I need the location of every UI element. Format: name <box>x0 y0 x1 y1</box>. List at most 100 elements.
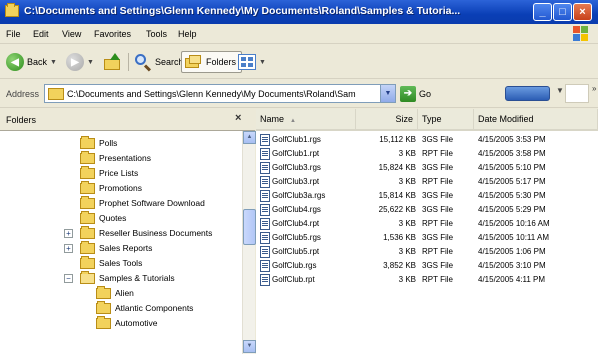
minimize-button[interactable]: _ <box>533 3 552 21</box>
forward-arrow-icon: ▶ <box>66 53 84 71</box>
file-row[interactable]: GolfClub3.rgs 15,824 KB 3GS File 4/15/2005 … <box>256 161 598 175</box>
chevron-down-icon[interactable]: ▼ <box>556 86 564 95</box>
folder-icon <box>80 255 95 269</box>
title-bar[interactable]: C:\Documents and Settings\Glenn Kennedy\… <box>0 0 598 24</box>
folder-icon <box>80 135 95 149</box>
address-value[interactable]: C:\Documents and Settings\Glenn Kennedy\… <box>67 89 380 99</box>
tree-item[interactable]: Polls <box>80 135 117 150</box>
tree-item-label: Presentations <box>99 153 151 163</box>
tree-item-label: Prophet Software Download <box>99 198 205 208</box>
go-button[interactable]: ➔ Go <box>400 86 431 102</box>
maximize-button[interactable]: □ <box>553 3 572 21</box>
scroll-down-icon[interactable]: ▼ <box>243 340 256 353</box>
menu-tools[interactable]: Tools <box>146 29 167 39</box>
file-date: 4/15/2005 10:11 AM <box>478 233 550 242</box>
scroll-up-icon[interactable]: ▲ <box>243 131 256 144</box>
file-row[interactable]: GolfClub4.rgs 25,622 KB 3GS File 4/15/2005 … <box>256 203 598 217</box>
tree-item[interactable]: Samples & Tutorials <box>80 270 175 285</box>
menu-edit[interactable]: Edit <box>33 29 49 39</box>
views-button[interactable]: ▼ <box>238 51 266 73</box>
menu-help[interactable]: Help <box>178 29 197 39</box>
menu-file[interactable]: File <box>6 29 21 39</box>
menu-favorites[interactable]: Favorites <box>94 29 131 39</box>
file-row[interactable]: GolfClub1.rgs 15,112 KB 3GS File 4/15/2005 … <box>256 133 598 147</box>
file-row[interactable]: GolfClub3.rpt 3 KB RPT File 4/15/2005 5:17 … <box>256 175 598 189</box>
file-date: 4/15/2005 4:11 PM <box>478 275 546 284</box>
file-icon <box>260 148 270 160</box>
tree-item[interactable]: Sales Tools <box>80 255 142 270</box>
file-row[interactable]: GolfClub.rpt 3 KB RPT File 4/15/2005 4:11 P… <box>256 273 598 287</box>
folders-pane-header: Folders × <box>0 109 255 131</box>
file-icon <box>260 260 270 272</box>
chevron-down-icon[interactable]: ▼ <box>87 59 94 66</box>
folder-icon <box>80 195 95 209</box>
tree-item[interactable]: Reseller Business Documents <box>80 225 212 240</box>
tree-item[interactable]: Atlantic Components <box>96 300 193 315</box>
folder-icon <box>80 240 95 254</box>
file-row[interactable]: GolfClub.rgs 3,852 KB 3GS File 4/15/2005 3:… <box>256 259 598 273</box>
file-date: 4/15/2005 3:10 PM <box>478 261 546 270</box>
file-date: 4/15/2005 5:17 PM <box>478 177 546 186</box>
tree-item[interactable]: Promotions <box>80 180 142 195</box>
chevron-down-icon[interactable]: ▼ <box>50 59 57 66</box>
file-name: GolfClub4.rgs <box>272 205 321 214</box>
address-input[interactable]: C:\Documents and Settings\Glenn Kennedy\… <box>44 84 396 103</box>
expand-icon[interactable]: + <box>64 229 73 238</box>
links-field[interactable] <box>565 84 589 103</box>
address-bar: Address C:\Documents and Settings\Glenn … <box>0 80 598 108</box>
forward-button[interactable]: ▶ ▼ <box>66 51 94 73</box>
address-label: Address <box>6 89 40 99</box>
tree-item[interactable]: Quotes <box>80 210 126 225</box>
file-row[interactable]: GolfClub4.rpt 3 KB RPT File 4/15/2005 10:16… <box>256 217 598 231</box>
file-row[interactable]: GolfClub5.rpt 3 KB RPT File 4/15/2005 1:06 … <box>256 245 598 259</box>
folders-pane-title: Folders <box>6 115 37 125</box>
tree-item[interactable]: Automotive <box>96 315 158 330</box>
file-icon <box>260 218 270 230</box>
menu-view[interactable]: View <box>62 29 81 39</box>
tree-item[interactable]: Price Lists <box>80 165 138 180</box>
file-row[interactable]: GolfClub5.rgs 1,536 KB 3GS File 4/15/2005 1… <box>256 231 598 245</box>
file-name: GolfClub.rpt <box>272 275 315 284</box>
file-type: 3GS File <box>422 135 454 144</box>
column-size[interactable]: Size <box>356 109 418 129</box>
close-button[interactable]: × <box>573 3 592 21</box>
up-button[interactable] <box>103 51 123 73</box>
column-name[interactable]: Name ▲ <box>256 109 356 129</box>
search-icon <box>134 53 152 72</box>
close-icon[interactable]: × <box>235 112 241 124</box>
file-row[interactable]: GolfClub3a.rgs 15,814 KB 3GS File 4/15/2005… <box>256 189 598 203</box>
sort-indicator-icon: ▲ <box>290 118 296 124</box>
file-row[interactable]: GolfClub1.rpt 3 KB RPT File 4/15/2005 3:58 … <box>256 147 598 161</box>
folders-scrollbar[interactable]: ▲ ▼ <box>242 131 256 354</box>
file-type: RPT File <box>422 177 453 186</box>
search-button[interactable]: Search <box>134 51 184 73</box>
collapse-icon[interactable]: − <box>64 274 73 283</box>
tree-item[interactable]: Prophet Software Download <box>80 195 205 210</box>
links-toolbar-button[interactable] <box>505 86 550 101</box>
folders-icon <box>185 55 203 69</box>
tree-item-label: Alien <box>115 288 134 298</box>
file-name: GolfClub5.rpt <box>272 247 320 256</box>
file-type: RPT File <box>422 219 453 228</box>
file-icon <box>260 204 270 216</box>
folder-icon <box>80 210 95 224</box>
file-name: GolfClub1.rgs <box>272 135 321 144</box>
tree-item[interactable]: Presentations <box>80 150 151 165</box>
file-name: GolfClub4.rpt <box>272 219 320 228</box>
column-date-modified[interactable]: Date Modified <box>474 109 598 129</box>
scrollbar-thumb[interactable] <box>243 209 256 245</box>
expand-icon[interactable]: + <box>64 244 73 253</box>
file-type: 3GS File <box>422 205 454 214</box>
toolbar-overflow-icon[interactable]: » <box>592 84 596 93</box>
file-type: RPT File <box>422 149 453 158</box>
folders-button[interactable]: Folders <box>181 51 243 73</box>
folder-icon <box>80 150 95 164</box>
column-type[interactable]: Type <box>418 109 474 129</box>
file-type: 3GS File <box>422 191 454 200</box>
back-button[interactable]: ◀ Back ▼ <box>6 51 57 73</box>
file-type: 3GS File <box>422 163 454 172</box>
chevron-down-icon[interactable]: ▼ <box>380 85 395 102</box>
tree-item[interactable]: Alien <box>96 285 134 300</box>
folders-pane: Folders × Polls Presentations Price List… <box>0 109 256 354</box>
tree-item[interactable]: Sales Reports <box>80 240 152 255</box>
